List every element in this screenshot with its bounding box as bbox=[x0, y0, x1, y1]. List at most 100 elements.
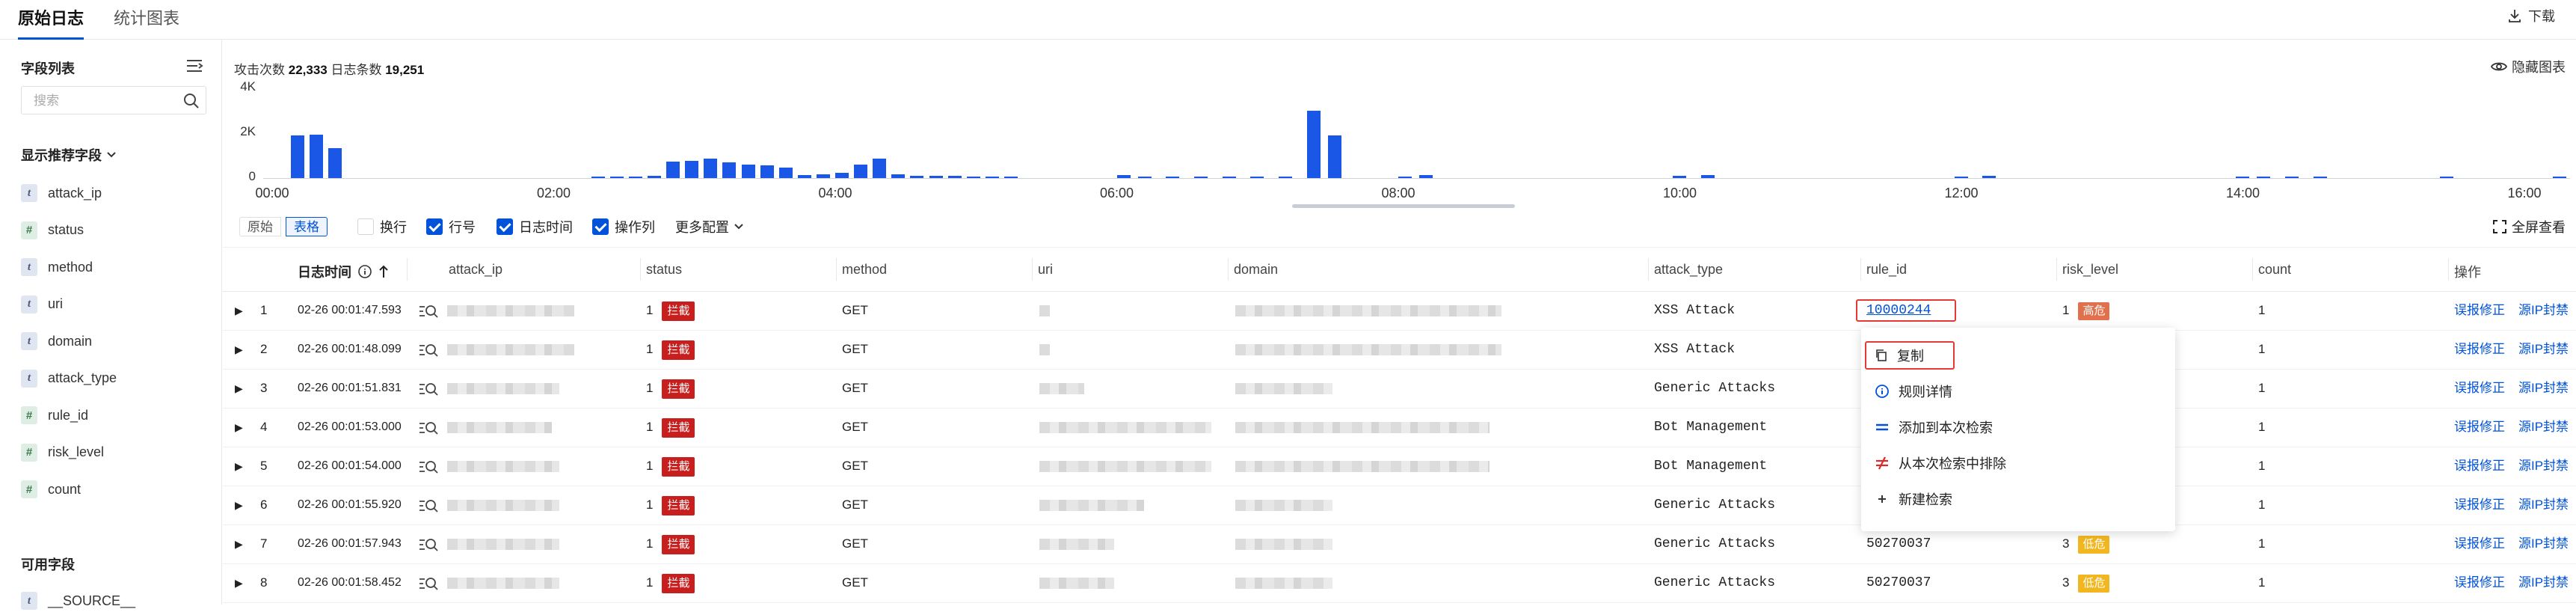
rule-id-cell[interactable]: 50270037 bbox=[1866, 563, 1931, 602]
line-number-checkbox[interactable] bbox=[426, 218, 443, 235]
histogram-bar[interactable] bbox=[291, 135, 305, 178]
histogram-bar[interactable] bbox=[966, 176, 980, 178]
column-divider[interactable] bbox=[2448, 258, 2449, 281]
column-divider[interactable] bbox=[640, 258, 641, 281]
column-header-domain[interactable]: domain bbox=[1234, 262, 1278, 278]
view-raw-button[interactable]: 原始 bbox=[239, 217, 281, 236]
histogram-bar[interactable] bbox=[1250, 177, 1264, 178]
histogram-bar[interactable] bbox=[1982, 175, 1996, 178]
table-row[interactable]: ▶ 7 02-26 00:01:57.943 1 拦截 GET Generic Attack… bbox=[223, 524, 2576, 564]
false-positive-fix-link[interactable]: 误报修正 bbox=[2454, 408, 2505, 447]
histogram-bar[interactable] bbox=[1327, 135, 1341, 178]
field-item[interactable]: t uri bbox=[21, 293, 63, 316]
column-header-attack-ip[interactable]: attack_ip bbox=[449, 262, 502, 278]
histogram-bar[interactable] bbox=[854, 165, 868, 178]
histogram-bar[interactable] bbox=[797, 174, 811, 178]
field-item[interactable]: t method bbox=[21, 256, 93, 278]
table-row[interactable]: ▶ 4 02-26 00:01:53.000 1 拦截 GET Bot Management… bbox=[223, 408, 2576, 447]
chart-scrollbar[interactable] bbox=[1292, 204, 1515, 208]
histogram-bar[interactable] bbox=[1954, 177, 1968, 178]
table-row[interactable]: ▶ 3 02-26 00:01:51.831 1 拦截 GET Generic Attack… bbox=[223, 369, 2576, 408]
histogram-bar[interactable] bbox=[1419, 175, 1433, 178]
histogram-bar[interactable] bbox=[609, 177, 624, 178]
field-item[interactable]: # rule_id bbox=[21, 404, 88, 426]
expand-row-icon[interactable]: ▶ bbox=[235, 563, 243, 602]
histogram-bar[interactable] bbox=[947, 175, 962, 178]
column-header-uri[interactable]: uri bbox=[1038, 262, 1053, 278]
block-source-ip-link[interactable]: 源IP封禁 bbox=[2518, 291, 2569, 330]
histogram-bar[interactable] bbox=[2313, 177, 2327, 178]
action-column-toggle[interactable]: 操作列 bbox=[592, 217, 655, 236]
expand-row-icon[interactable]: ▶ bbox=[235, 524, 243, 563]
expand-row-icon[interactable]: ▶ bbox=[235, 408, 243, 447]
field-item[interactable]: t domain bbox=[21, 330, 92, 352]
histogram-bar[interactable] bbox=[1278, 177, 1293, 178]
table-row[interactable]: ▶ 2 02-26 00:01:48.099 1 拦截 GET XSS Attack 1 误报修… bbox=[223, 330, 2576, 370]
column-divider[interactable] bbox=[1648, 258, 1649, 281]
wrap-checkbox[interactable] bbox=[357, 218, 374, 235]
column-divider[interactable] bbox=[407, 258, 408, 281]
false-positive-fix-link[interactable]: 误报修正 bbox=[2454, 447, 2505, 486]
column-header-attack-type[interactable]: attack_type bbox=[1654, 262, 1723, 278]
field-item[interactable]: t attack_type bbox=[21, 367, 117, 390]
block-source-ip-link[interactable]: 源IP封禁 bbox=[2518, 408, 2569, 447]
histogram-bar[interactable] bbox=[1306, 111, 1321, 178]
context-search-icon[interactable] bbox=[419, 420, 438, 435]
histogram-bar[interactable] bbox=[1398, 176, 1413, 178]
field-item[interactable]: t __SOURCE__ bbox=[21, 590, 135, 612]
action-column-checkbox[interactable] bbox=[592, 218, 609, 235]
collapse-list-icon[interactable] bbox=[185, 58, 203, 74]
block-source-ip-link[interactable]: 源IP封禁 bbox=[2518, 330, 2569, 369]
histogram-bar[interactable] bbox=[1222, 177, 1236, 178]
search-icon[interactable] bbox=[183, 93, 200, 109]
histogram-bar[interactable] bbox=[666, 162, 680, 178]
column-header-status[interactable]: status bbox=[646, 262, 682, 278]
histogram-bar[interactable] bbox=[1003, 177, 1018, 178]
download-button[interactable]: 下载 bbox=[2507, 6, 2555, 25]
recommended-fields-toggle[interactable]: 显示推荐字段 bbox=[21, 145, 117, 165]
field-search-input[interactable] bbox=[32, 91, 177, 111]
column-divider[interactable] bbox=[1860, 258, 1861, 281]
column-header-log-time[interactable]: 日志时间 bbox=[298, 262, 389, 281]
more-config-dropdown[interactable]: 更多配置 bbox=[675, 217, 744, 236]
field-item[interactable]: # status bbox=[21, 219, 84, 242]
false-positive-fix-link[interactable]: 误报修正 bbox=[2454, 524, 2505, 563]
histogram-bar[interactable] bbox=[1194, 177, 1208, 178]
context-search-icon[interactable] bbox=[419, 343, 438, 358]
histogram-bar[interactable] bbox=[1116, 175, 1131, 178]
histogram-bar[interactable] bbox=[873, 159, 887, 178]
histogram-bar[interactable] bbox=[704, 158, 718, 178]
histogram-bar[interactable] bbox=[778, 168, 793, 178]
column-divider[interactable] bbox=[2252, 258, 2253, 281]
tab-raw-logs[interactable]: 原始日志 bbox=[18, 7, 84, 40]
field-item[interactable]: # risk_level bbox=[21, 441, 104, 464]
table-row[interactable]: ▶ 8 02-26 00:01:58.452 1 拦截 GET Generic Attack… bbox=[223, 563, 2576, 603]
block-source-ip-link[interactable]: 源IP封禁 bbox=[2518, 447, 2569, 486]
field-item[interactable]: # count bbox=[21, 478, 81, 501]
column-header-method[interactable]: method bbox=[842, 262, 887, 278]
histogram-bar[interactable] bbox=[2552, 177, 2566, 178]
view-table-button[interactable]: 表格 bbox=[286, 217, 328, 236]
false-positive-fix-link[interactable]: 误报修正 bbox=[2454, 291, 2505, 330]
histogram-bar[interactable] bbox=[929, 176, 943, 178]
histogram-bar[interactable] bbox=[1673, 176, 1687, 178]
hide-chart-button[interactable]: 隐藏图表 bbox=[2491, 57, 2566, 76]
sort-ascending-icon[interactable] bbox=[378, 264, 389, 279]
histogram-bar[interactable] bbox=[1700, 175, 1715, 178]
table-row[interactable]: ▶ 1 02-26 00:01:47.593 1 拦截 GET XSS Attack 1000… bbox=[223, 291, 2576, 331]
log-time-toggle[interactable]: 日志时间 bbox=[497, 217, 573, 236]
false-positive-fix-link[interactable]: 误报修正 bbox=[2454, 330, 2505, 369]
histogram-bar[interactable] bbox=[328, 147, 342, 178]
false-positive-fix-link[interactable]: 误报修正 bbox=[2454, 369, 2505, 408]
tab-stats-charts[interactable]: 统计图表 bbox=[114, 7, 179, 37]
menu-item-rule-detail[interactable]: 规则详情 bbox=[1875, 376, 1952, 406]
context-search-icon[interactable] bbox=[419, 576, 438, 591]
menu-item-copy[interactable]: 复制 bbox=[1875, 340, 1924, 370]
field-item[interactable]: t attack_ip bbox=[21, 182, 102, 204]
histogram-bar[interactable] bbox=[910, 176, 924, 178]
histogram-bar[interactable] bbox=[741, 165, 755, 178]
expand-row-icon[interactable]: ▶ bbox=[235, 291, 243, 330]
context-search-icon[interactable] bbox=[419, 537, 438, 552]
context-search-icon[interactable] bbox=[419, 459, 438, 474]
column-header-risk-level[interactable]: risk_level bbox=[2062, 262, 2118, 278]
